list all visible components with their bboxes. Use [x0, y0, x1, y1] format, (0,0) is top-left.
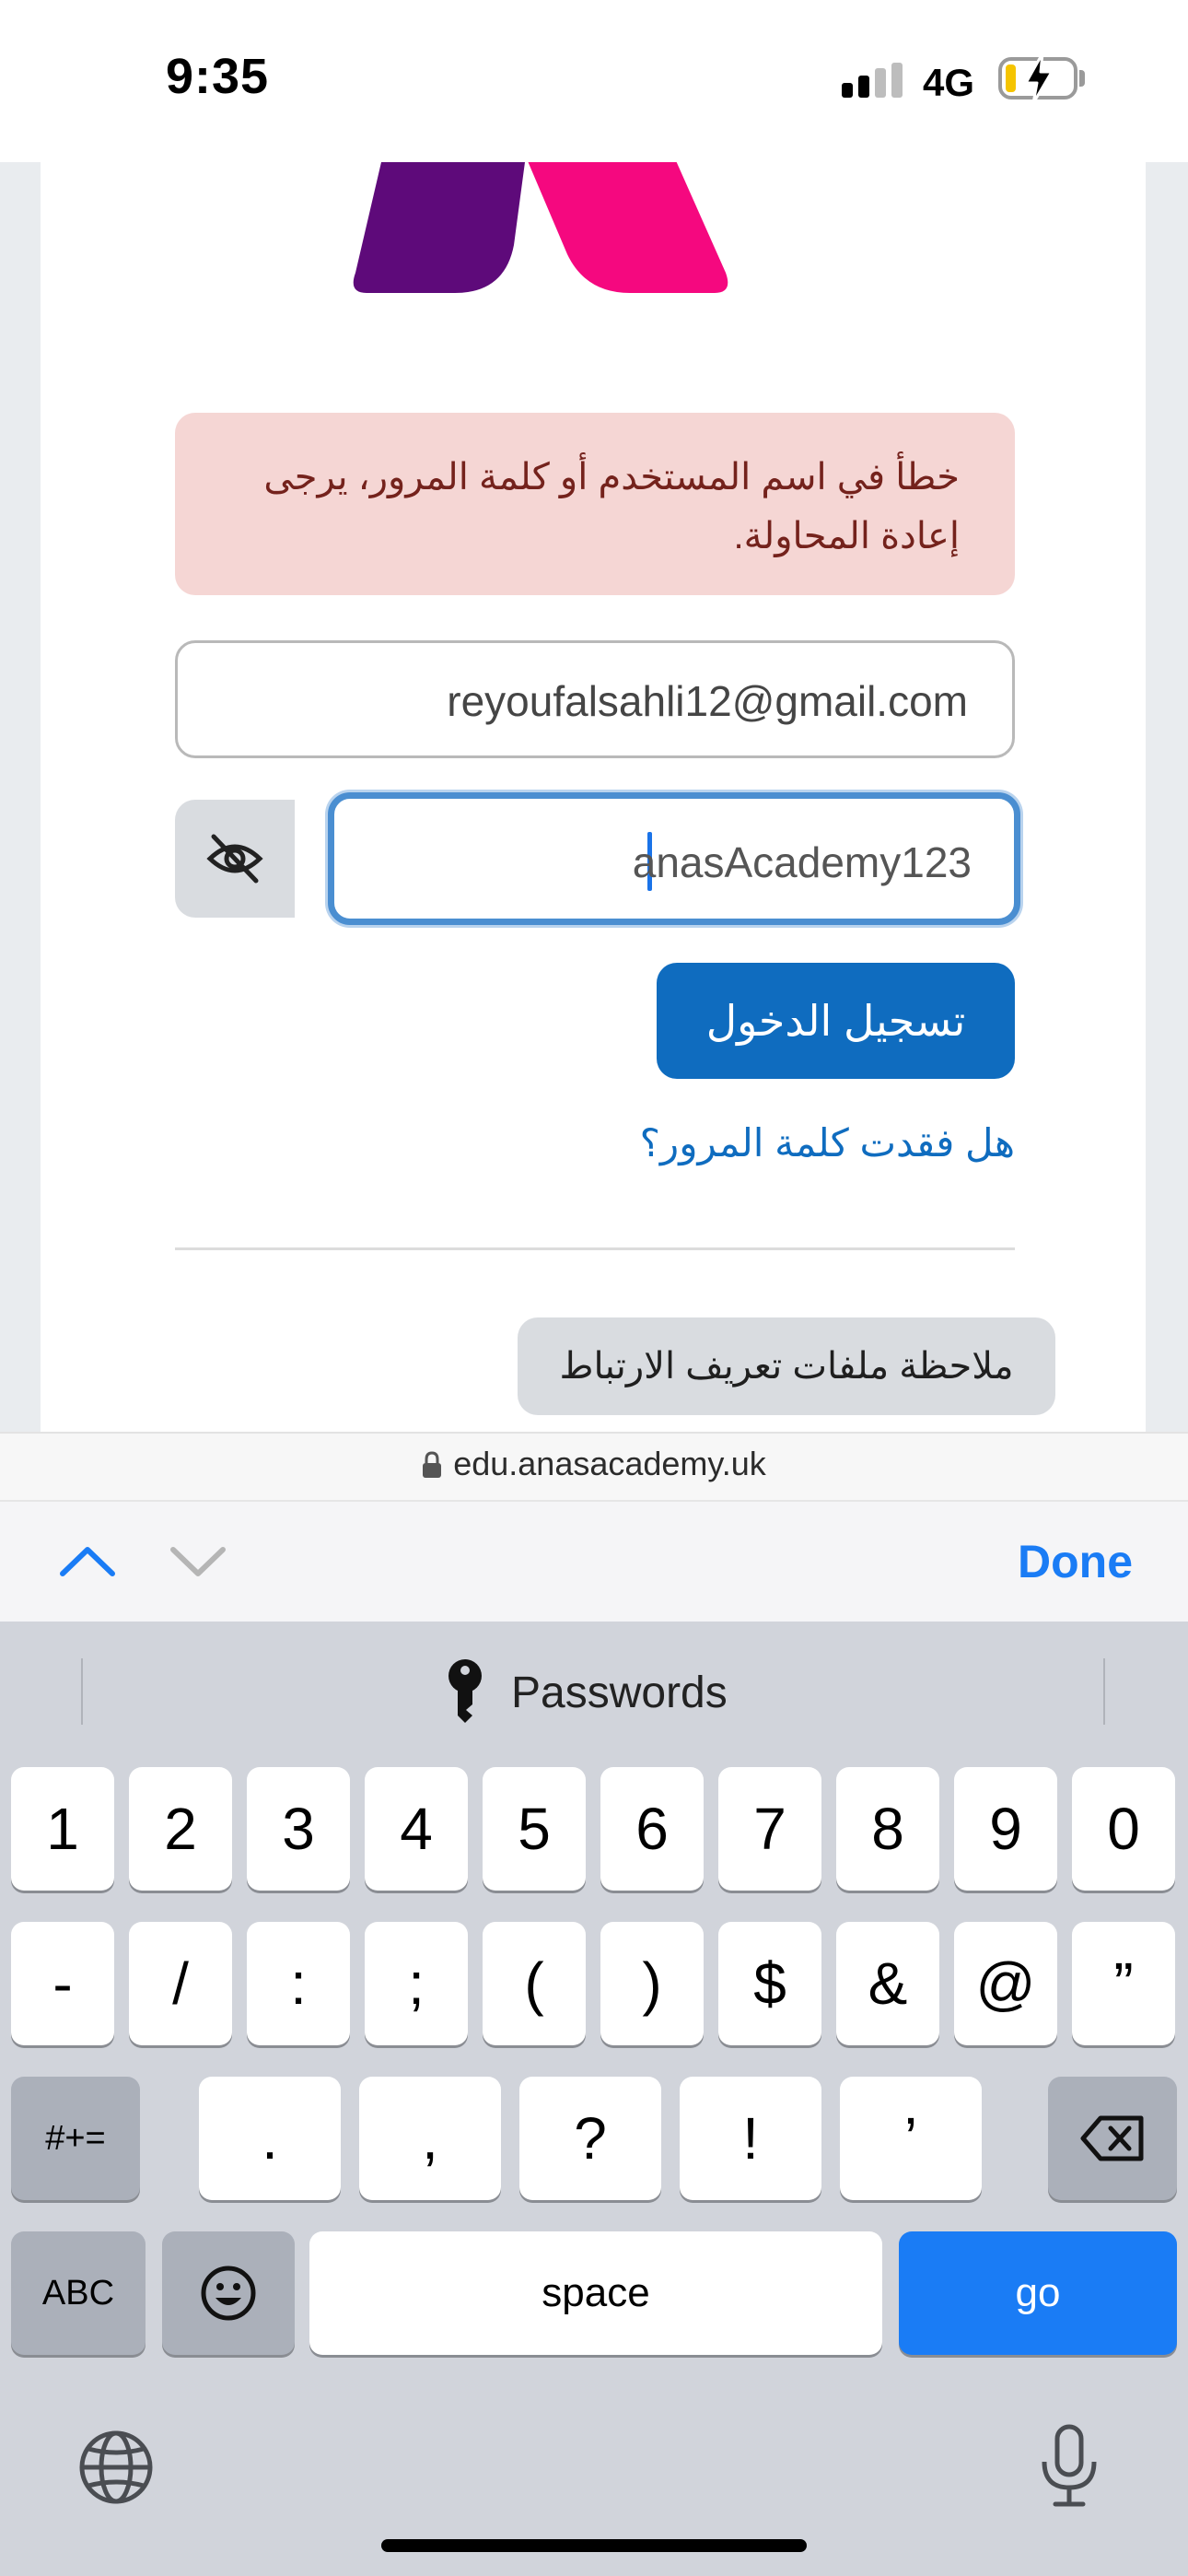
suggestion-separator	[1103, 1658, 1105, 1725]
key-colon[interactable]: :	[247, 1922, 350, 2045]
key-exclamation[interactable]: !	[680, 2077, 821, 2200]
password-field[interactable]: anasAcademy123	[328, 792, 1020, 925]
key-apostrophe[interactable]: ’	[840, 2077, 982, 2200]
key-comma[interactable]: ,	[359, 2077, 501, 2200]
address-bar[interactable]: edu.anasacademy.uk	[0, 1432, 1188, 1500]
key-close-paren[interactable]: )	[600, 1922, 704, 2045]
done-button[interactable]: Done	[1018, 1535, 1133, 1588]
password-value: anasAcademy123	[632, 838, 972, 886]
divider	[175, 1247, 1015, 1250]
web-page: خطأ في اسم المستخدم أو كلمة المرور، يرجى…	[0, 162, 1188, 1432]
cellular-signal-icon	[842, 63, 908, 100]
microphone-icon[interactable]	[1039, 2423, 1100, 2510]
network-type: 4G	[923, 61, 975, 104]
key-dollar[interactable]: $	[718, 1922, 821, 2045]
charging-bolt-icon	[1024, 52, 1054, 105]
go-key[interactable]: go	[899, 2231, 1177, 2355]
username-field[interactable]: reyoufalsahli12@gmail.com	[175, 640, 1015, 758]
key-semicolon[interactable]: ;	[365, 1922, 468, 2045]
key-1[interactable]: 1	[11, 1767, 114, 1891]
url-text: edu.anasacademy.uk	[453, 1445, 766, 1482]
lock-icon	[423, 1451, 442, 1478]
key-3[interactable]: 3	[247, 1767, 350, 1891]
key-0[interactable]: 0	[1072, 1767, 1175, 1891]
cookie-notice-button[interactable]: ملاحظة ملفات تعريف الارتباط	[518, 1317, 1055, 1415]
key-5[interactable]: 5	[483, 1767, 586, 1891]
space-key[interactable]: space	[309, 2231, 882, 2355]
key-ampersand[interactable]: &	[836, 1922, 939, 2045]
suggestion-separator	[81, 1658, 83, 1725]
anas-academy-logo	[353, 162, 728, 293]
battery-cap	[1079, 70, 1085, 87]
emoji-icon	[201, 2266, 256, 2321]
form-accessory-bar: Done	[0, 1500, 1188, 1622]
key-question[interactable]: ?	[519, 2077, 661, 2200]
backspace-icon	[1080, 2115, 1144, 2161]
battery-level	[1006, 64, 1016, 92]
key-9[interactable]: 9	[954, 1767, 1057, 1891]
key-slash[interactable]: /	[129, 1922, 232, 2045]
key-8[interactable]: 8	[836, 1767, 939, 1891]
home-indicator[interactable]	[381, 2539, 807, 2552]
login-button[interactable]: تسجيل الدخول	[657, 963, 1015, 1079]
emoji-key[interactable]	[162, 2231, 295, 2355]
chevron-up-icon[interactable]	[59, 1542, 116, 1579]
key-at[interactable]: @	[954, 1922, 1057, 2045]
key-2[interactable]: 2	[129, 1767, 232, 1891]
status-bar: 9:35 4G	[0, 0, 1188, 162]
key-quote[interactable]: ”	[1072, 1922, 1175, 2045]
key-period[interactable]: .	[199, 2077, 341, 2200]
login-card: خطأ في اسم المستخدم أو كلمة المرور، يرجى…	[41, 162, 1146, 1432]
key-hyphen[interactable]: -	[11, 1922, 114, 2045]
key-icon	[448, 1659, 482, 1723]
passwords-suggestion: Passwords	[511, 1669, 728, 1717]
error-alert: خطأ في اسم المستخدم أو كلمة المرور، يرجى…	[175, 413, 1015, 595]
key-open-paren[interactable]: (	[483, 1922, 586, 2045]
key-abc[interactable]: ABC	[11, 2231, 146, 2355]
delete-key[interactable]	[1048, 2077, 1177, 2200]
globe-icon[interactable]	[77, 2429, 155, 2506]
key-7[interactable]: 7	[718, 1767, 821, 1891]
status-time: 9:35	[166, 49, 270, 104]
username-value: reyoufalsahli12@gmail.com	[447, 677, 968, 725]
key-6[interactable]: 6	[600, 1767, 704, 1891]
password-suggestion-bar[interactable]: Passwords	[0, 1622, 1188, 1763]
keyboard: Passwords 1 2 3 4 5 6 7 8 9 0 - / : ; ( …	[0, 1622, 1188, 2576]
key-4[interactable]: 4	[365, 1767, 468, 1891]
chevron-down-icon[interactable]	[169, 1542, 227, 1579]
password-group: anasAcademy123	[175, 792, 1020, 925]
key-symbols[interactable]: #+=	[11, 2077, 140, 2200]
forgot-password-link[interactable]: هل فقدت كلمة المرور؟	[640, 1120, 1015, 1165]
eye-slash-icon	[206, 834, 263, 884]
password-visibility-toggle[interactable]	[175, 800, 295, 918]
